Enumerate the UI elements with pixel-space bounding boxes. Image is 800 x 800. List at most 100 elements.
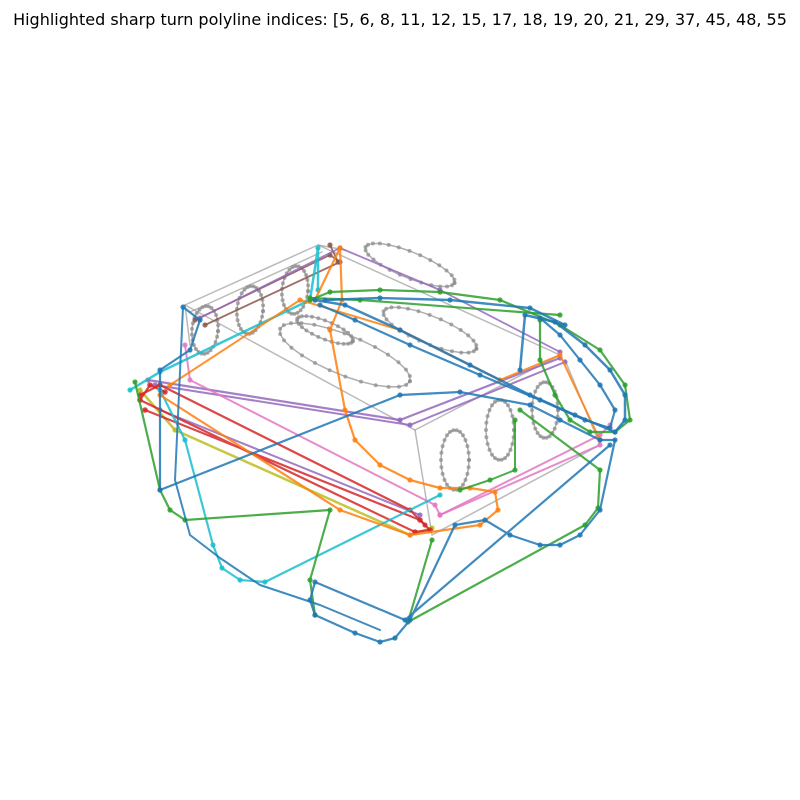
grey-ellipse-7-vertex	[461, 433, 465, 438]
grey-ellipse-9-vertex	[530, 408, 534, 412]
grey-ellipse-4-vertex	[313, 361, 317, 365]
blue-polyline-4-vertex	[562, 322, 568, 328]
grey-ellipse-10	[295, 314, 355, 346]
blue-polyline-3-vertex	[407, 342, 413, 348]
grey-ellipse-8-vertex	[487, 447, 492, 452]
blue-polyline-3-vertex	[537, 315, 543, 321]
blue-polyline-1-vertex	[312, 579, 318, 585]
grey-ellipse-10-vertex	[341, 327, 346, 332]
blue-polyline-1-vertex	[597, 437, 603, 443]
grey-ellipse-4-vertex	[327, 368, 332, 373]
orange-polyline-1-vertex	[337, 507, 343, 513]
grey-ellipse-4-vertex	[407, 374, 412, 378]
green-polyline-2-vertex	[552, 392, 558, 398]
grey-ellipse-2-vertex	[235, 301, 240, 306]
grey-ellipse-7-vertex	[466, 465, 471, 470]
green-polyline-4-vertex	[512, 467, 518, 473]
orange-polyline-1-vertex	[407, 532, 413, 538]
green-polyline-2-vertex	[377, 287, 383, 293]
grey-ellipse-5-vertex	[396, 245, 401, 250]
pink-polyline-2-vertex	[437, 512, 443, 518]
grey-ellipse-1-vertex	[209, 306, 214, 310]
grey-ellipse-7-vertex	[442, 438, 447, 443]
grey-ellipse-1-vertex	[215, 334, 220, 339]
grey-ellipse-5-vertex	[407, 248, 412, 253]
grey-ellipse-6-vertex	[381, 312, 386, 317]
grey-ellipse-6-vertex	[466, 350, 471, 355]
green-polyline-4-vertex	[487, 477, 493, 483]
grey-ellipse-6-vertex	[471, 338, 476, 343]
blue-polyline-2-vertex	[582, 342, 588, 348]
blue-polyline-1-vertex	[407, 617, 413, 623]
blue-polyline-3-vertex	[577, 357, 583, 363]
blue-polyline-1-vertex	[352, 630, 358, 636]
orange-polyline-1-vertex	[495, 507, 501, 513]
grey-ellipse-5-vertex	[386, 242, 391, 247]
red-polyline-2-vertex	[147, 382, 153, 388]
grey-ellipse-1-vertex	[216, 329, 220, 334]
grey-ellipse-10-vertex	[323, 318, 327, 323]
grey-ellipse-1	[189, 304, 221, 356]
blue-polyline-4-vertex	[447, 297, 453, 303]
grey-ellipse-10-vertex	[310, 314, 314, 319]
cyan-polyline-2-vertex	[237, 577, 243, 583]
blue-polyline-1-vertex	[597, 507, 603, 513]
orange-polyline-1-vertex	[377, 462, 383, 468]
green-polyline-2-vertex	[597, 347, 603, 353]
grey-ellipse-6-vertex	[389, 305, 394, 310]
grey-ellipse-5-vertex	[452, 281, 457, 285]
grey-ellipse-7-vertex	[463, 477, 468, 482]
grey-ellipse-7-vertex	[439, 458, 443, 462]
grey-ellipse-8-vertex	[499, 457, 504, 462]
grey-ellipse-5-vertex	[377, 241, 382, 246]
blue-polyline-1-vertex	[377, 639, 383, 645]
grey-ellipse-10-vertex	[346, 341, 351, 346]
grey-ellipse-5-vertex	[363, 248, 368, 253]
grey-ellipse-10-vertex	[323, 337, 327, 342]
grey-ellipse-3-vertex	[280, 298, 285, 303]
grey-ellipse-6-vertex	[459, 350, 464, 355]
purple-polyline-4-line	[159, 409, 421, 516]
green-polyline-3-vertex	[517, 407, 523, 413]
blue-polyline-3-vertex	[612, 407, 618, 413]
grey-ellipse-8-vertex	[508, 447, 513, 452]
blue-polyline-1-vertex	[392, 635, 398, 641]
grey-ellipse-8-vertex	[490, 452, 494, 457]
blue-polyline-2-vertex	[397, 327, 403, 333]
grey-ellipse-4-vertex	[373, 383, 378, 388]
grey-ellipse-6-vertex	[438, 317, 443, 322]
blue-polyline-2-vertex	[467, 362, 473, 368]
grey-ellipse-3-vertex	[280, 281, 285, 286]
grey-ellipse-8-vertex	[485, 441, 490, 446]
grey-ellipse-5-vertex	[370, 241, 375, 246]
grey-ellipse-6-vertex	[406, 306, 410, 311]
grey-ellipse-10-vertex	[346, 330, 351, 335]
grey-ellipse-8-vertex	[510, 414, 515, 419]
grey-ellipse-7-vertex	[463, 438, 468, 443]
grey-ellipse-10-vertex	[350, 339, 355, 344]
grey-ellipse-8	[484, 398, 516, 462]
grey-ellipse-4-vertex	[278, 326, 283, 331]
grey-ellipse-6	[381, 305, 479, 355]
grey-ellipse-10-vertex	[310, 331, 314, 336]
grey-ellipse-3-vertex	[306, 283, 311, 288]
grey-ellipse-6-vertex	[474, 346, 479, 351]
brown-polyline-2-vertex	[327, 242, 333, 248]
grey-ellipse-5-vertex	[452, 277, 457, 282]
grey-ellipse-3-vertex	[279, 292, 284, 297]
blue-polyline-1-vertex	[507, 532, 513, 538]
grey-ellipse-7-vertex	[465, 471, 470, 476]
grey-ellipse-8-vertex	[485, 414, 490, 419]
grey-ellipse-8-vertex	[506, 452, 510, 457]
green-polyline-1-vertex	[327, 507, 333, 513]
grey-ellipse-1-vertex	[214, 313, 219, 317]
grey-ellipse-1-vertex	[193, 347, 198, 351]
grey-ellipse-7-vertex	[440, 471, 445, 476]
green-polyline-4-vertex	[457, 487, 463, 493]
green-polyline-2-vertex	[497, 297, 503, 303]
grey-ellipse-9-vertex	[535, 385, 540, 389]
grey-ellipse-5-vertex	[449, 273, 454, 278]
grey-ellipse-7-vertex	[439, 450, 444, 455]
grey-ellipse-6-vertex	[458, 328, 463, 332]
grey-ellipse-9-vertex	[552, 426, 557, 431]
